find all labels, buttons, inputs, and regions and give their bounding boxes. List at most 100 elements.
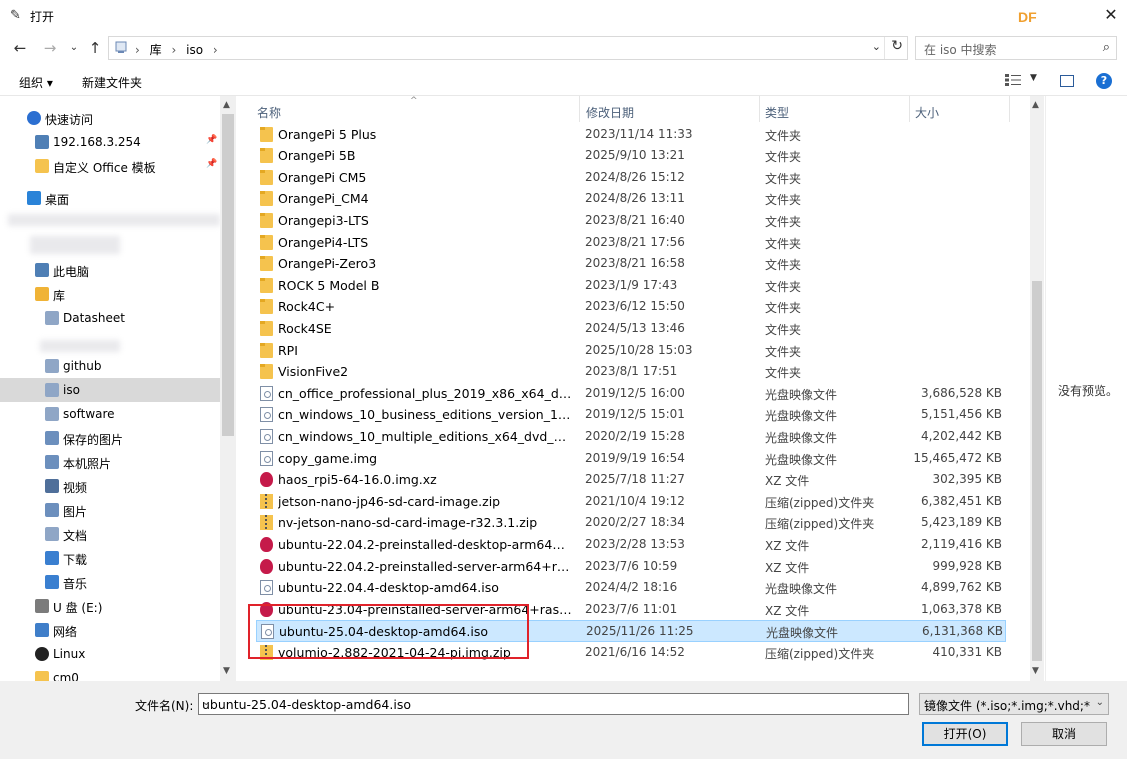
file-row[interactable]: ubuntu-22.04.4-desktop-amd64.iso 2024/4/2… xyxy=(256,577,1006,599)
sidebar-item[interactable]: U 盘 (E:) xyxy=(0,594,220,618)
scroll-down-arrow[interactable]: ▼ xyxy=(223,666,230,676)
navigation-bar: ← → ⌄ ↑ › 库 › iso › ⌄ ↻ 在 iso 中搜索 ⌕ xyxy=(0,32,1127,64)
scroll-up-arrow[interactable]: ▲ xyxy=(1032,100,1039,110)
refresh-button[interactable]: ↻ xyxy=(891,38,903,54)
sidebar-item[interactable]: 文档 xyxy=(0,522,220,546)
new-folder-button[interactable]: 新建文件夹 xyxy=(82,74,142,91)
sidebar-item-label: 桌面 xyxy=(45,193,70,207)
close-button[interactable]: ✕ xyxy=(1100,4,1122,26)
file-row[interactable]: cn_windows_10_business_editions_version_… xyxy=(256,404,1006,426)
file-row[interactable]: haos_rpi5-64-16.0.img.xz 2025/7/18 11:27 X… xyxy=(256,469,1006,491)
sidebar-item[interactable]: cm0 xyxy=(0,666,220,681)
up-button[interactable]: ↑ xyxy=(85,38,105,58)
file-row[interactable]: OrangePi_CM4 2024/8/26 13:11 文件夹 xyxy=(256,188,1006,210)
network-icon xyxy=(35,623,49,637)
breadcrumb-iso[interactable]: iso xyxy=(186,43,203,57)
sidebar-item[interactable]: 网络 xyxy=(0,618,220,642)
file-type-filter[interactable]: 镜像文件 (*.iso;*.img;*.vhd;*.vhdx) ⌄ xyxy=(919,693,1109,715)
file-size: 410,331 KB xyxy=(932,644,1002,659)
filename-input[interactable]: ubuntu-25.04-desktop-amd64.iso ⌄ xyxy=(198,693,909,715)
scroll-down-arrow[interactable]: ▼ xyxy=(1032,666,1039,676)
file-row[interactable]: jetson-nano-jp46-sd-card-image.zip 2021/1… xyxy=(256,491,1006,513)
file-row[interactable]: ubuntu-22.04.2-preinstalled-desktop-arm6… xyxy=(256,534,1006,556)
preview-pane-icon[interactable] xyxy=(1060,75,1074,87)
scroll-up-arrow[interactable]: ▲ xyxy=(223,100,230,110)
file-row[interactable]: copy_game.img 2019/9/19 16:54 光盘映像文件 15,465… xyxy=(256,448,1006,470)
open-button[interactable]: 打开(O) xyxy=(922,722,1008,746)
file-row[interactable]: nv-jetson-nano-sd-card-image-r32.3.1.zip… xyxy=(256,512,1006,534)
file-row[interactable]: Rock4SE 2024/5/13 13:46 文件夹 xyxy=(256,318,1006,340)
file-name: OrangePi 5B xyxy=(278,148,356,164)
filter-dropdown-icon[interactable]: ⌄ xyxy=(1096,697,1104,708)
file-row[interactable]: OrangePi CM5 2024/8/26 15:12 文件夹 xyxy=(256,167,1006,189)
sidebar-item[interactable]: Linux xyxy=(0,642,220,666)
view-options-icon[interactable] xyxy=(1005,74,1021,86)
search-input[interactable]: 在 iso 中搜索 ⌕ xyxy=(915,36,1117,60)
sidebar-item[interactable]: 此电脑 xyxy=(0,258,220,282)
sidebar-item[interactable]: 本机照片 xyxy=(0,450,220,474)
organize-menu[interactable]: 组织 ▾ xyxy=(19,74,53,91)
file-row[interactable]: VisionFive2 2023/8/1 17:51 文件夹 xyxy=(256,361,1006,383)
search-icon[interactable]: ⌕ xyxy=(1103,40,1110,55)
file-row[interactable]: OrangePi-Zero3 2023/8/21 16:58 文件夹 xyxy=(256,253,1006,275)
file-row[interactable]: Rock4C+ 2023/6/12 15:50 文件夹 xyxy=(256,296,1006,318)
file-row[interactable]: cn_windows_10_multiple_editions_x64_dvd_… xyxy=(256,426,1006,448)
sidebar-item-label: cm0 xyxy=(53,671,79,681)
sidebar-item[interactable]: 快速访问 xyxy=(0,106,220,130)
breadcrumb-library[interactable]: 库 xyxy=(150,43,162,57)
filename-dropdown-icon[interactable]: ⌄ xyxy=(202,697,903,708)
sidebar-item[interactable]: Datasheet xyxy=(0,306,220,330)
sidebar-item[interactable]: 图片 xyxy=(0,498,220,522)
sidebar-item[interactable]: 下载 xyxy=(0,546,220,570)
pin-icon[interactable]: 📌 xyxy=(206,159,217,169)
file-name: OrangePi CM5 xyxy=(278,169,367,185)
sidebar-scrollbar[interactable]: ▲ ▼ xyxy=(220,96,236,681)
column-name[interactable]: 名称 xyxy=(257,104,281,121)
file-name: ubuntu-22.04.2-preinstalled-desktop-arm6… xyxy=(278,536,573,552)
file-row[interactable]: OrangePi4-LTS 2023/8/21 17:56 文件夹 xyxy=(256,232,1006,254)
column-divider[interactable] xyxy=(909,96,910,122)
sidebar-item[interactable]: 192.168.3.254 📌 xyxy=(0,130,220,154)
scrollbar-thumb[interactable] xyxy=(1032,281,1042,661)
column-type[interactable]: 类型 xyxy=(765,104,789,121)
column-divider[interactable] xyxy=(1009,96,1010,122)
folder-icon xyxy=(260,364,273,380)
folder-icon xyxy=(260,256,273,272)
cancel-button[interactable]: 取消 xyxy=(1021,722,1107,746)
file-row[interactable]: RPI 2025/10/28 15:03 文件夹 xyxy=(256,340,1006,362)
file-type: 压缩(zipped)文件夹 xyxy=(765,495,875,510)
file-row[interactable]: ROCK 5 Model B 2023/1/9 17:43 文件夹 xyxy=(256,275,1006,297)
back-button[interactable]: ← xyxy=(10,38,30,58)
file-row[interactable]: ubuntu-22.04.2-preinstalled-server-arm64… xyxy=(256,556,1006,578)
file-row[interactable]: OrangePi 5 Plus 2023/11/14 11:33 文件夹 xyxy=(256,124,1006,146)
column-header-row: ^ 名称 修改日期 类型 大小 xyxy=(250,96,1030,122)
file-name: VisionFive2 xyxy=(278,364,349,380)
file-list-scrollbar[interactable]: ▲ ▼ xyxy=(1030,96,1044,681)
pin-icon[interactable]: 📌 xyxy=(206,135,217,145)
sidebar-item[interactable]: 自定义 Office 模板 📌 xyxy=(0,154,220,178)
sidebar-item[interactable]: 音乐 xyxy=(0,570,220,594)
recent-locations-dropdown[interactable]: ⌄ xyxy=(64,38,84,58)
column-size[interactable]: 大小 xyxy=(915,104,939,121)
column-divider[interactable] xyxy=(759,96,760,122)
file-row[interactable]: cn_office_professional_plus_2019_x86_x64… xyxy=(256,383,1006,405)
address-dropdown-icon[interactable]: ⌄ xyxy=(872,40,881,53)
scrollbar-thumb[interactable] xyxy=(222,114,234,436)
file-size: 6,382,451 KB xyxy=(921,493,1002,508)
column-divider[interactable] xyxy=(579,96,580,122)
view-dropdown-icon[interactable]: ▼ xyxy=(1030,73,1037,83)
sidebar-item[interactable]: 视频 xyxy=(0,474,220,498)
file-row[interactable]: OrangePi 5B 2025/9/10 13:21 文件夹 xyxy=(256,145,1006,167)
sidebar-item[interactable]: 桌面 xyxy=(0,186,220,210)
file-row[interactable]: Orangepi3-LTS 2023/8/21 16:40 文件夹 xyxy=(256,210,1006,232)
forward-button[interactable]: → xyxy=(40,38,60,58)
sidebar-item[interactable]: software xyxy=(0,402,220,426)
address-bar[interactable]: › 库 › iso › ⌄ ↻ xyxy=(108,36,908,60)
sidebar-item[interactable]: 保存的图片 xyxy=(0,426,220,450)
sidebar-item[interactable]: iso xyxy=(0,378,220,402)
sidebar-item[interactable]: 库 xyxy=(0,282,220,306)
sidebar-item[interactable]: github xyxy=(0,354,220,378)
column-date[interactable]: 修改日期 xyxy=(586,104,634,121)
help-button[interactable]: ? xyxy=(1096,73,1112,89)
file-size: 4,899,762 KB xyxy=(921,580,1002,595)
